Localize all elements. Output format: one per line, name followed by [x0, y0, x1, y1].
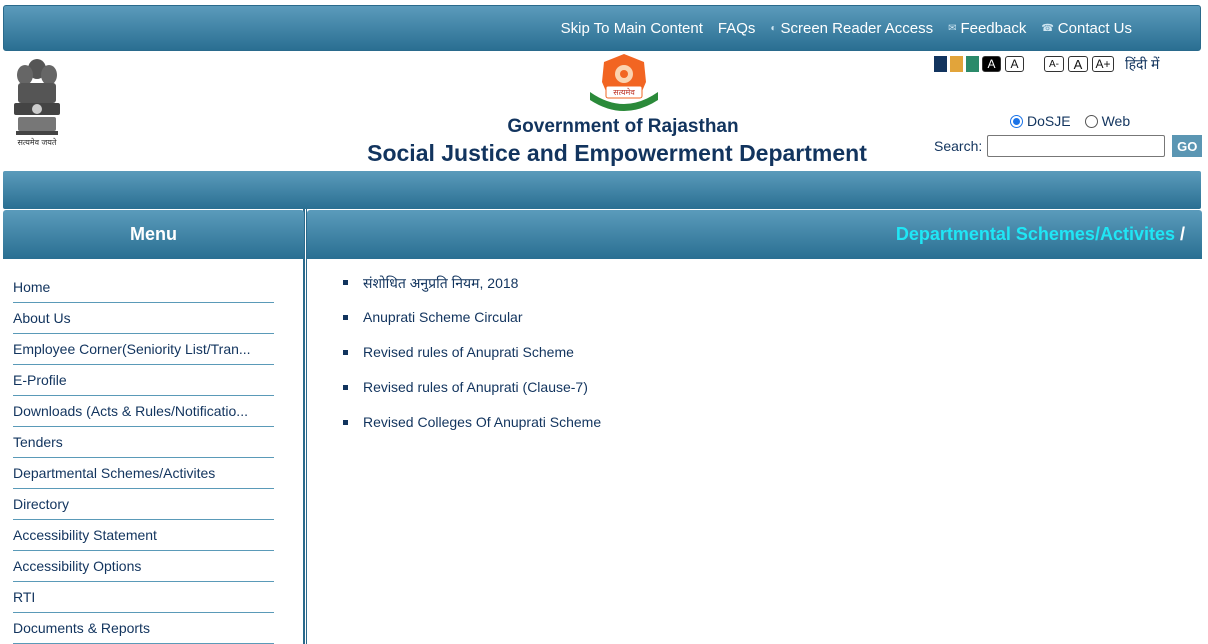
normal-contrast-button[interactable]: A [1005, 56, 1024, 72]
skip-to-main-content-link[interactable]: Skip To Main Content [561, 20, 703, 37]
bullet-icon [343, 315, 348, 320]
web-radio[interactable] [1084, 114, 1098, 128]
department-seal-icon: सत्यमेव [590, 54, 658, 111]
theme-swatch-blue[interactable] [934, 56, 947, 72]
contact-us-link[interactable]: ☎ Contact Us [1041, 20, 1132, 37]
scheme-item[interactable]: संशोधित अनुप्रति नियम, 2018 [343, 274, 601, 309]
contact-us-label: Contact Us [1057, 20, 1132, 37]
bullet-icon [343, 280, 348, 285]
scheme-item-label: Revised rules of Anuprati Scheme [363, 344, 574, 360]
sidebar: Menu Home About Us Employee Corner(Senio… [3, 209, 305, 644]
feedback-link[interactable]: ✉ Feedback [948, 20, 1026, 37]
theme-swatch-orange[interactable] [950, 56, 963, 72]
scheme-item-label: संशोधित अनुप्रति नियम, 2018 [363, 275, 519, 291]
phone-icon: ☎ [1041, 23, 1054, 34]
sidebar-item-accessibility-options[interactable]: Accessibility Options [13, 551, 274, 582]
faqs-link[interactable]: FAQs [718, 20, 756, 37]
font-decrease-button[interactable]: A- [1044, 56, 1064, 72]
screen-reader-label: Screen Reader Access [780, 20, 934, 37]
sidebar-item-directory[interactable]: Directory [13, 489, 274, 520]
dosje-radio[interactable] [1010, 114, 1023, 128]
sidebar-item-rti[interactable]: RTI [13, 582, 274, 613]
font-increase-button[interactable]: A+ [1092, 56, 1114, 72]
sidebar-item-tenders[interactable]: Tenders [13, 427, 274, 458]
contrast-and-font-controls: A A A- A A+ [934, 56, 1118, 72]
scheme-item[interactable]: Anuprati Scheme Circular [343, 309, 601, 344]
search-go-button[interactable]: GO [1172, 135, 1203, 157]
screen-reader-access-link[interactable]: ◐ Screen Reader Access [770, 20, 933, 37]
sidebar-item-home[interactable]: Home [13, 272, 274, 303]
sidebar-item-documents-reports[interactable]: Documents & Reports [13, 613, 274, 644]
scheme-list: संशोधित अनुप्रति नियम, 2018 Anuprati Sch… [343, 274, 601, 449]
horizontal-nav-bar [3, 171, 1201, 209]
site-header: सत्यमेव जयते सत्यमेव Government of Rajas… [0, 51, 1208, 171]
menu-heading: Menu [3, 210, 304, 259]
web-radio-label: Web [1101, 113, 1131, 129]
search-input[interactable] [987, 135, 1166, 157]
breadcrumb-link[interactable]: Departmental Schemes/Activites [896, 224, 1175, 245]
faqs-label: FAQs [717, 20, 756, 37]
sidebar-item-e-profile[interactable]: E-Profile [13, 365, 274, 396]
sidebar-item-employee-corner[interactable]: Employee Corner(Seniority List/Tran... [13, 334, 274, 365]
bullet-icon [343, 350, 348, 355]
main-content: Departmental Schemes/Activites / संशोधित… [306, 209, 1202, 644]
sidebar-item-downloads[interactable]: Downloads (Acts & Rules/Notificatio... [13, 396, 274, 427]
search-label: Search: [934, 138, 983, 154]
scheme-item-label: Revised rules of Anuprati (Clause-7) [363, 379, 588, 395]
breadcrumb-separator: / [1179, 224, 1185, 244]
sidebar-item-departmental-schemes[interactable]: Departmental Schemes/Activites [13, 458, 274, 489]
scheme-item[interactable]: Revised rules of Anuprati Scheme [343, 344, 601, 379]
sidebar-item-about-us[interactable]: About Us [13, 303, 274, 334]
bullet-icon [343, 385, 348, 390]
sidebar-menu: Home About Us Employee Corner(Seniority … [13, 272, 274, 644]
font-normal-button[interactable]: A [1068, 56, 1088, 72]
skip-link-label: Skip To Main Content [560, 20, 703, 37]
scheme-item-label: Anuprati Scheme Circular [363, 309, 523, 325]
scheme-item[interactable]: Revised Colleges Of Anuprati Scheme [343, 414, 601, 449]
screen-reader-icon: ◐ [770, 23, 777, 34]
search-row: Search: GO [934, 135, 1203, 157]
theme-swatch-green[interactable] [966, 56, 979, 72]
bullet-icon [343, 420, 348, 425]
feedback-label: Feedback [960, 20, 1027, 37]
breadcrumb: Departmental Schemes/Activites / [307, 210, 1202, 259]
seal-text: सत्यमेव [613, 87, 635, 97]
mail-icon: ✉ [948, 23, 957, 34]
high-contrast-button[interactable]: A [982, 56, 1001, 72]
sidebar-item-accessibility-statement[interactable]: Accessibility Statement [13, 520, 274, 551]
scheme-item[interactable]: Revised rules of Anuprati (Clause-7) [343, 379, 601, 414]
top-navigation-bar: Skip To Main Content FAQs ◐ Screen Reader… [3, 5, 1201, 51]
hindi-language-link[interactable]: हिंदी में [1125, 55, 1159, 74]
dosje-radio-label: DoSJE [1027, 113, 1071, 129]
search-scope-options: DoSJE Web [1010, 113, 1130, 129]
top-links: Skip To Main Content FAQs ◐ Screen Reader… [561, 20, 1132, 37]
scheme-item-label: Revised Colleges Of Anuprati Scheme [363, 414, 602, 430]
